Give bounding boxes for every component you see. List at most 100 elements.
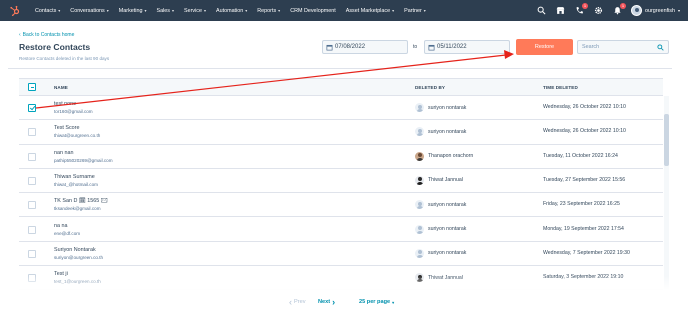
row-checkbox[interactable] [28, 152, 36, 161]
chevron-down-icon: ▾ [58, 8, 61, 13]
chevron-down-icon: ▾ [144, 8, 147, 13]
nav-item-crm-development[interactable]: CRM Development [285, 8, 341, 14]
time-deleted: Wednesday, 7 September 2022 19:30 [543, 249, 630, 256]
deleted-by-name: suriyon nontarak [428, 226, 467, 232]
nav-item-label: CRM Development [290, 7, 336, 14]
nav-item-label: Partner [404, 7, 422, 14]
avatar [415, 103, 424, 112]
calling-icon[interactable]: 1 [574, 2, 589, 16]
column-header-deleted-by[interactable]: DELETED BY [415, 85, 445, 90]
chevron-down-icon: ▾ [203, 8, 206, 13]
pagination: ‹ Prev Next › 25 per page ▾ [0, 297, 688, 309]
search-icon[interactable] [536, 6, 546, 16]
marketplace-icon[interactable] [555, 6, 565, 16]
notifications-icon[interactable]: 1 [612, 2, 627, 16]
row-checkbox[interactable] [28, 225, 36, 234]
hubspot-logo-icon[interactable] [0, 0, 30, 21]
back-link[interactable]: ‹ Back to Contacts home [19, 32, 74, 38]
table-fade [19, 276, 669, 290]
date-range-separator: to [413, 44, 418, 50]
nav-item-partner[interactable]: Partner ▾ [399, 8, 431, 14]
select-all-checkbox[interactable] [28, 83, 36, 91]
per-page-dropdown[interactable]: 25 per page ▾ [359, 299, 394, 305]
table-row[interactable]: Thiwan Surname thiwat_@hotmail.com Thiwat … [19, 169, 663, 194]
nav-item-asset-marketplace[interactable]: Asset Marketplace ▾ [341, 8, 399, 14]
start-date-field[interactable]: 07/08/2022 [322, 40, 408, 54]
nav-item-label: Asset Marketplace [345, 7, 391, 14]
column-header-time-deleted[interactable]: TIME DELETED [543, 85, 578, 90]
contact-name: Thiwan Surname [54, 173, 95, 180]
next-page-button[interactable]: Next › [318, 298, 335, 307]
restore-button[interactable]: Restore [516, 39, 573, 55]
chevron-down-icon: ▾ [677, 8, 680, 13]
row-checkbox[interactable] [28, 201, 36, 210]
column-header-name[interactable]: NAME [54, 85, 68, 90]
contact-email: tksandeek@gmail.com [54, 206, 101, 212]
row-checkbox[interactable] [28, 176, 36, 185]
nav-item-sales[interactable]: Sales ▾ [151, 8, 179, 14]
chevron-left-icon: ‹ [289, 297, 292, 307]
deleted-by-name: suriyon nontarak [428, 201, 467, 208]
table-row[interactable]: nan nan pathip55020269@gmail.com Thanapon … [19, 145, 663, 169]
nav-item-contacts[interactable]: Contacts ▾ [30, 8, 65, 14]
chevron-down-icon: ▾ [278, 8, 281, 13]
per-page-label: 25 per page [359, 299, 391, 305]
prev-page-button[interactable]: ‹ Prev [289, 297, 306, 307]
time-deleted: Wednesday, 26 October 2022 10:10 [543, 104, 626, 110]
nav-item-label: Automation [215, 7, 244, 14]
nav-item-label: Reports [257, 7, 277, 14]
account-menu[interactable]: ourgreenfish ▾ [631, 5, 680, 16]
deleted-by-user: suriyon nontarak [415, 224, 467, 234]
table-row[interactable]: Suriyon Nontarak suriyon@ourgreen.co.th su… [19, 242, 663, 267]
row-checkbox[interactable] [28, 104, 36, 112]
nav-item-automation[interactable]: Automation ▾ [211, 8, 252, 14]
contact-name: Test Score [54, 125, 80, 132]
deleted-by-name: Thiwat Jannual [428, 177, 463, 184]
contact-name: nan nan [54, 149, 74, 156]
table-scrollbar[interactable] [664, 96, 669, 290]
row-checkbox[interactable] [28, 128, 36, 137]
row-checkbox[interactable] [28, 249, 36, 258]
nav-item-reports[interactable]: Reports ▾ [252, 8, 285, 14]
header-divider [8, 68, 672, 69]
table-row[interactable]: TK San D 🗓 1565 ✉ tksandeek@gmail.com suri… [19, 193, 663, 218]
deleted-by-user: suriyon nontarak [415, 103, 466, 112]
settings-icon[interactable] [593, 6, 603, 16]
table-row[interactable]: test none tor160@gmail.com suriyon nontara… [19, 96, 663, 121]
contact-email: thiwat_@hotmail.com [54, 181, 98, 187]
chevron-down-icon: ▾ [423, 8, 426, 13]
top-navigation-bar: Contacts ▾ Conversations ▾ Marketing ▾ Sales ▾ S… [0, 0, 688, 21]
end-date-field[interactable]: 05/11/2022 [424, 40, 510, 54]
chevron-down-icon: ▾ [171, 8, 174, 13]
prev-label: Prev [294, 299, 306, 305]
table-row[interactable]: na na ene@df.com suriyon nontarak Monday, 1… [19, 218, 663, 242]
nav-utilities: 1 1 ourgreenfish ▾ [536, 0, 680, 21]
nav-item-conversations[interactable]: Conversations ▾ [65, 8, 113, 14]
contact-name: TK San D 🗓 1565 ✉ [54, 198, 108, 205]
nav-item-service[interactable]: Service ▾ [179, 8, 211, 14]
table-row[interactable]: Test Score thiwat@ourgreen.co.th suriyon n… [19, 120, 663, 145]
back-link-label: Back to Contacts home [22, 32, 75, 38]
time-deleted: Tuesday, 11 October 2022 16:24 [543, 152, 618, 159]
deleted-by-user: suriyon nontarak [415, 248, 466, 258]
search-field [577, 40, 669, 54]
deleted-by-user: Thanapon orachorn [415, 151, 473, 161]
search-input[interactable] [582, 44, 652, 50]
time-deleted: Friday, 23 September 2022 16:25 [543, 201, 620, 208]
nav-item-marketing[interactable]: Marketing ▾ [114, 8, 152, 14]
scrollbar-thumb[interactable] [664, 114, 669, 166]
sprocket-icon [10, 5, 20, 16]
search-icon[interactable] [657, 44, 664, 51]
time-deleted: Monday, 19 September 2022 17:54 [543, 225, 624, 232]
start-date-value: 07/08/2022 [335, 44, 366, 50]
chevron-down-icon: ▾ [245, 8, 248, 13]
account-name: ourgreenfish [645, 7, 675, 14]
deleted-by-user: suriyon nontarak [415, 200, 467, 210]
nav-item-label: Marketing [118, 7, 143, 14]
nav-item-label: Service [183, 7, 202, 14]
notifications-badge: 1 [620, 2, 627, 9]
contact-name: na na [54, 222, 68, 229]
contact-email: suriyon@ourgreen.co.th [54, 254, 104, 260]
nav-item-label: Conversations [70, 7, 105, 14]
calendar-icon [323, 41, 335, 53]
